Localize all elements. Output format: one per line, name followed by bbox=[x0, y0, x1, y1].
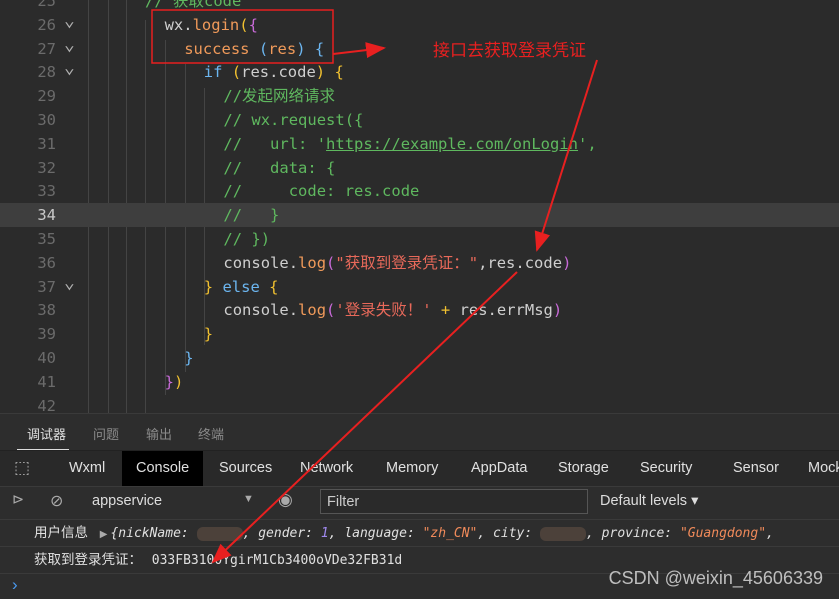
annotation-note: 接口去获取登录凭证 bbox=[433, 41, 586, 61]
annotation-overlay bbox=[151, 9, 598, 564]
arrow-to-console-output bbox=[211, 271, 518, 564]
arrow-to-note bbox=[332, 42, 386, 59]
arrow-to-res-code bbox=[534, 59, 598, 252]
highlight-box bbox=[151, 9, 334, 64]
